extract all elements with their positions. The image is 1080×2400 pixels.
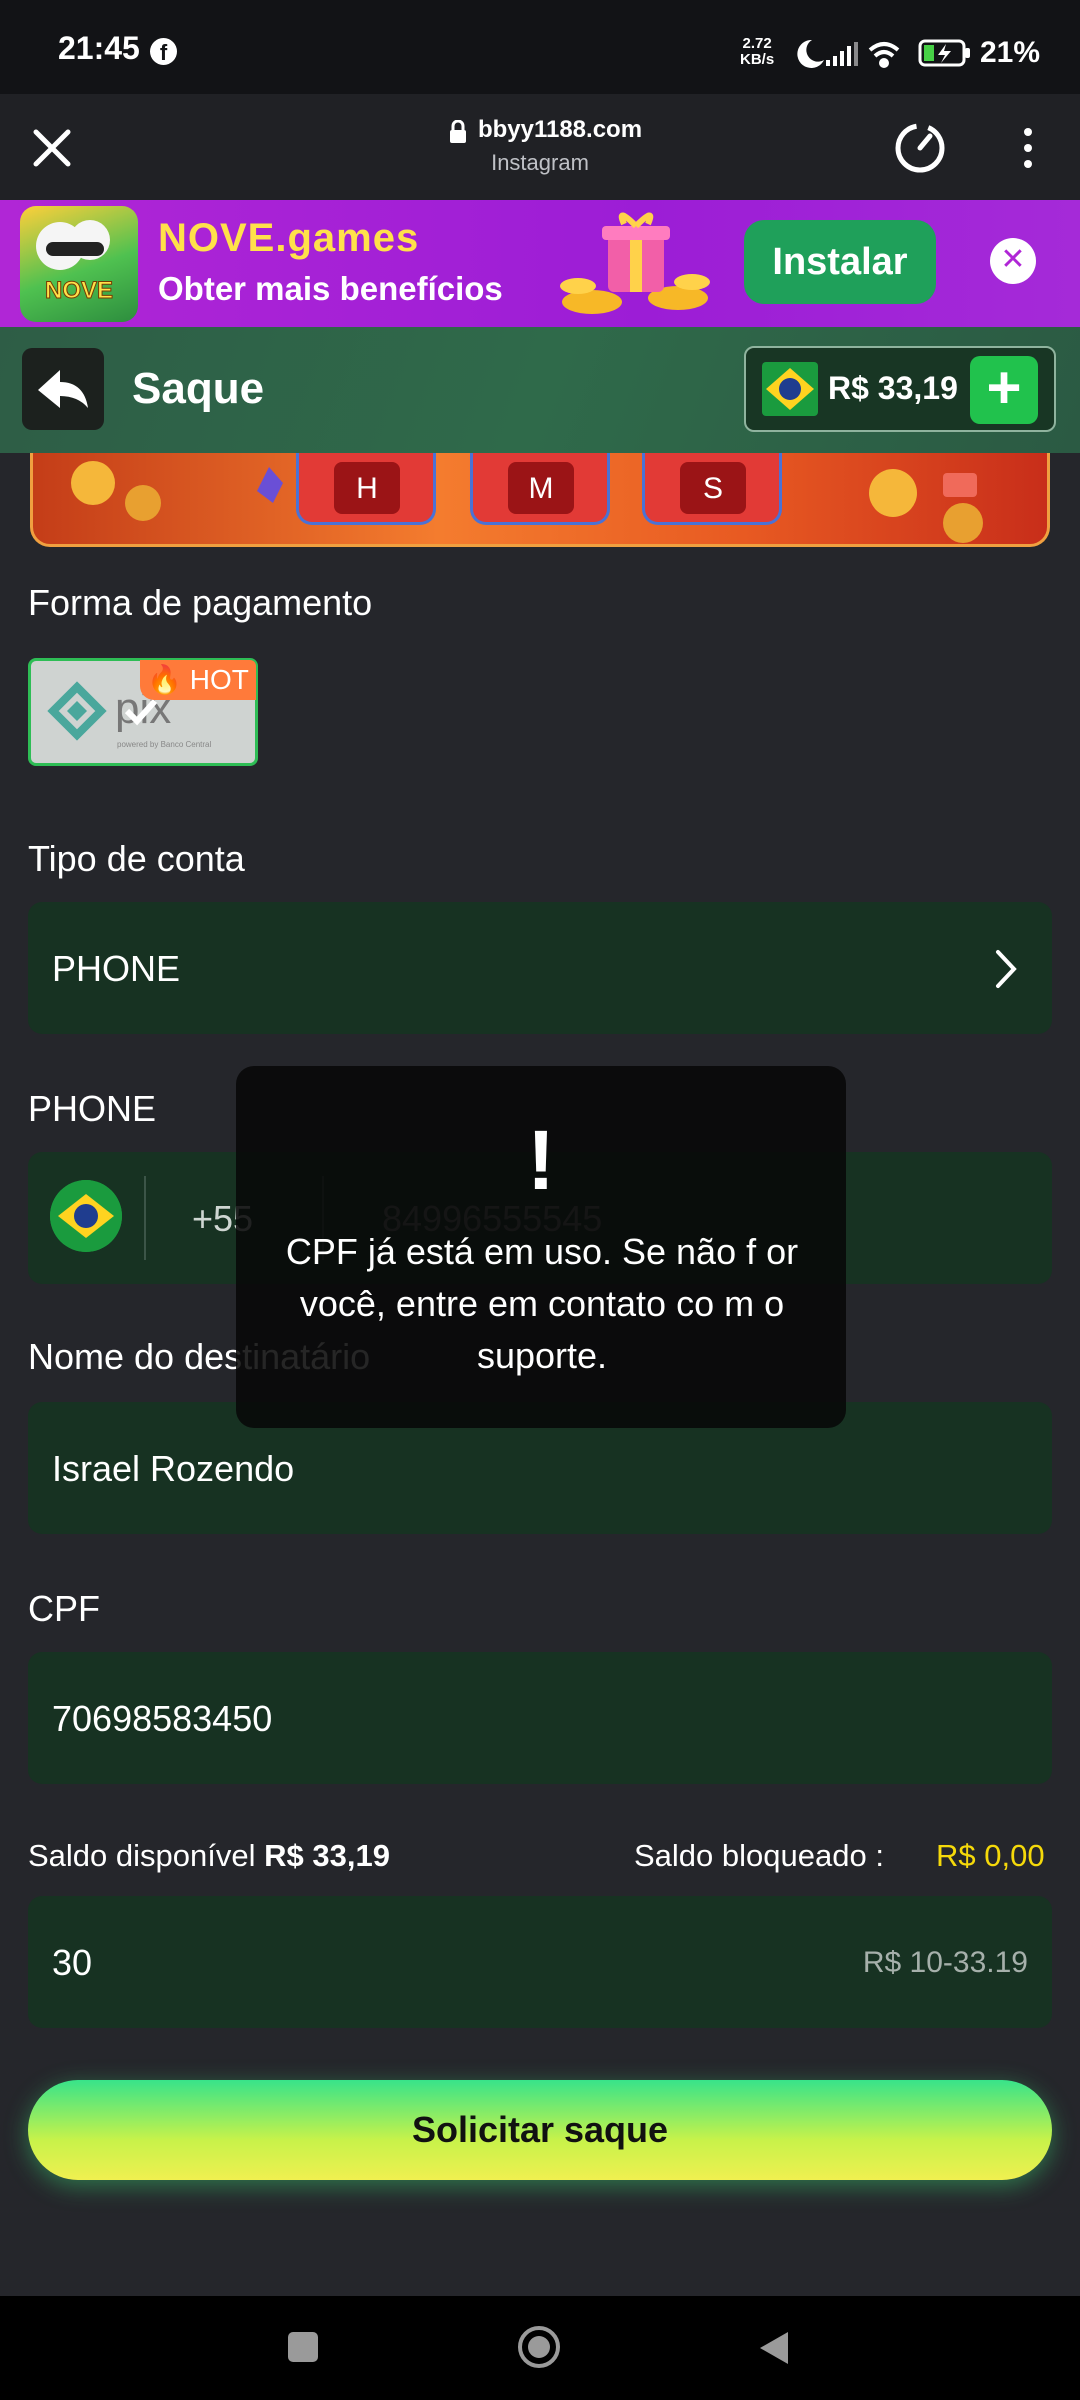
gift-coins-icon xyxy=(560,212,710,314)
status-icons xyxy=(797,39,900,68)
blocked-balance-label: Saldo bloqueado : xyxy=(634,1838,884,1873)
dnd-moon-icon xyxy=(797,39,824,68)
divider xyxy=(144,1176,146,1260)
countdown-seconds-label: S xyxy=(680,462,746,514)
home-circle-icon[interactable] xyxy=(516,2324,562,2370)
install-button[interactable]: Instalar xyxy=(744,220,936,304)
more-menu-icon[interactable] xyxy=(1016,124,1040,172)
amount-value: 30 xyxy=(52,1942,93,1983)
phone-label: PHONE xyxy=(28,1088,157,1129)
cpf-value: 70698583450 xyxy=(52,1698,273,1739)
url-source: Instagram xyxy=(491,150,589,175)
wifi-icon xyxy=(868,42,900,68)
country-flag-icon[interactable] xyxy=(50,1180,122,1252)
promo-title: NOVE.games xyxy=(158,216,420,260)
page-url[interactable]: bbyy1188.com xyxy=(470,116,650,144)
lock-icon xyxy=(450,120,466,143)
speed-gauge-icon[interactable] xyxy=(892,120,948,176)
battery-percent: 21% xyxy=(980,36,1041,69)
status-time: 21:45 xyxy=(58,30,140,66)
error-toast-message: CPF já está em uso. Se não f or você, en… xyxy=(285,1231,799,1376)
warning-icon: ! xyxy=(527,1113,555,1207)
countdown-minutes-label: M xyxy=(508,462,574,514)
brazil-flag-icon xyxy=(762,362,818,416)
countdown-hours-label: H xyxy=(334,462,400,514)
account-type-label: Tipo de conta xyxy=(28,838,245,879)
header-balance: R$ 33,19 xyxy=(828,370,958,406)
flame-icon: 🔥 xyxy=(147,664,182,695)
promo-close-icon[interactable]: ✕ xyxy=(990,238,1036,284)
back-triangle-icon[interactable] xyxy=(756,2328,792,2368)
network-speed: 2.72 KB/s xyxy=(740,35,775,68)
blocked-balance-value: R$ 0,00 xyxy=(936,1838,1045,1873)
signal-icon xyxy=(826,42,858,66)
back-button[interactable] xyxy=(22,348,104,430)
back-arrow-icon xyxy=(38,370,88,408)
recents-square-icon[interactable] xyxy=(288,2332,318,2362)
svg-text:powered by Banco Central: powered by Banco Central xyxy=(117,740,212,749)
amount-range-hint: R$ 10-33.19 xyxy=(862,1946,1028,1979)
payment-method-label: Forma de pagamento xyxy=(28,582,373,623)
recipient-value: Israel Rozendo xyxy=(52,1448,295,1489)
nove-games-logo: NOVE xyxy=(20,206,138,322)
svg-text:NOVE: NOVE xyxy=(45,277,113,304)
close-icon[interactable] xyxy=(30,126,74,170)
page-title: Saque xyxy=(132,364,265,413)
request-withdrawal-button[interactable]: Solicitar saque xyxy=(28,2080,1052,2180)
available-balance: Saldo disponível R$ 33,19 xyxy=(28,1838,390,1873)
battery-icon xyxy=(918,39,970,67)
account-type-value: PHONE xyxy=(52,948,181,989)
deposit-plus-button[interactable]: + xyxy=(970,356,1038,424)
account-type-select[interactable] xyxy=(28,902,1052,1034)
facebook-icon: f xyxy=(150,38,177,65)
promo-subtitle: Obter mais benefícios xyxy=(158,270,503,307)
chevron-right-icon xyxy=(996,950,1017,988)
hot-badge: 🔥 HOT xyxy=(140,660,256,700)
cpf-label: CPF xyxy=(28,1588,100,1629)
